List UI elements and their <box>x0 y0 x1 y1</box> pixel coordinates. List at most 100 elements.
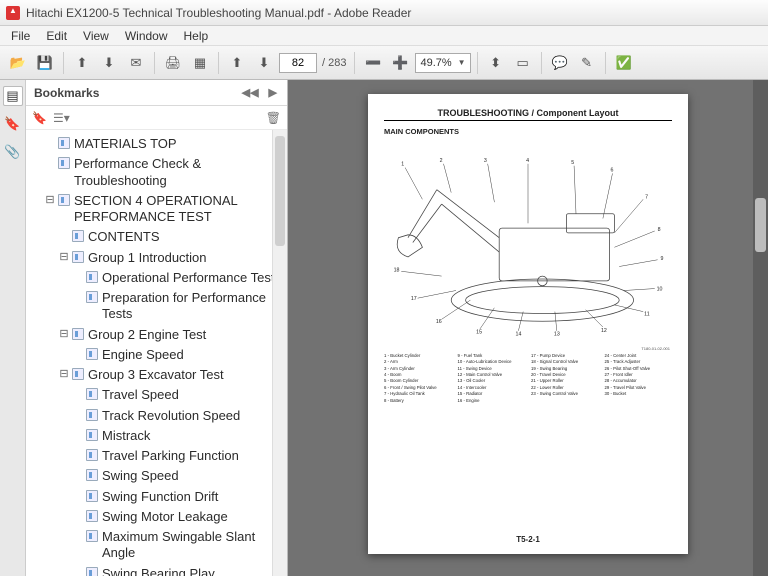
bookmark-item[interactable]: CONTENTS <box>30 227 287 247</box>
titlebar: Hitachi EX1200-5 Technical Troubleshooti… <box>0 0 768 26</box>
svg-text:7: 7 <box>645 194 648 200</box>
zoom-in-button[interactable]: ➕ <box>388 51 412 75</box>
email-button[interactable]: ✉ <box>124 51 148 75</box>
legend-item: 30 - Bucket <box>605 391 673 396</box>
bookmarks-tree: MATERIALS TOPPerformance Check & Trouble… <box>26 130 287 576</box>
legend-item: 27 - Front Idler <box>605 372 673 377</box>
bookmark-item[interactable]: Swing Motor Leakage <box>30 507 287 527</box>
tree-twisty[interactable]: ⊟ <box>44 194 56 208</box>
bookmark-item[interactable]: ⊟Group 1 Introduction <box>30 248 287 268</box>
open-button[interactable]: 📂 <box>6 51 30 75</box>
bookmark-item[interactable]: ⊟SECTION 4 OPERATIONAL PERFORMANCE TEST <box>30 191 287 228</box>
bookmarks-scrollbar[interactable] <box>272 130 287 576</box>
legend-item: 13 - Oil Cooler <box>458 378 526 383</box>
legend-item: 21 - Upper Roller <box>531 378 599 383</box>
bookmark-item[interactable]: Swing Function Drift <box>30 487 287 507</box>
menu-edit[interactable]: Edit <box>39 27 74 45</box>
bookmark-label: Performance Check & Troubleshooting <box>74 156 285 189</box>
bookmark-item[interactable]: Swing Speed <box>30 466 287 486</box>
page-input[interactable] <box>279 53 317 73</box>
legend-item: 12 - Main Control Valve <box>458 372 526 377</box>
bookmark-item[interactable]: Performance Check & Troubleshooting <box>30 154 287 191</box>
options-icon[interactable]: ☰▾ <box>53 111 70 125</box>
bookmark-label: Swing Function Drift <box>102 489 218 505</box>
bookmarks-tab[interactable]: 🔖 <box>3 114 23 134</box>
bookmark-item[interactable]: Operational Performance Tests <box>30 268 287 288</box>
menu-file[interactable]: File <box>4 27 37 45</box>
bookmarks-toolbar: 🔖 ☰▾ 🗑 <box>26 106 287 130</box>
fit-width-button[interactable]: ▭ <box>511 51 535 75</box>
print-button[interactable]: 🖨 <box>161 51 185 75</box>
zoom-out-button[interactable]: ➖ <box>361 51 385 75</box>
page-number: T5-2-1 <box>368 535 688 544</box>
zoom-dropdown[interactable]: 49.7% ▼ <box>415 53 470 73</box>
bookmark-item[interactable]: Engine Speed <box>30 345 287 365</box>
menu-help[interactable]: Help <box>177 27 216 45</box>
bookmark-item[interactable]: ⊟Group 2 Engine Test <box>30 325 287 345</box>
figure-ref: T180-01-02-001 <box>641 346 670 351</box>
bookmark-item[interactable]: Track Revolution Speed <box>30 406 287 426</box>
svg-text:15: 15 <box>476 330 482 336</box>
legend-item: 28 - Accumulator <box>605 378 673 383</box>
svg-text:5: 5 <box>571 160 574 166</box>
bookmark-label: CONTENTS <box>88 229 160 245</box>
comment-button[interactable]: 💬 <box>548 51 572 75</box>
tree-twisty[interactable]: ⊟ <box>58 368 70 382</box>
bookmark-item[interactable]: ⊟ Group 3 Excavator Test <box>30 365 287 385</box>
bookmark-item[interactable]: Maximum Swingable Slant Angle <box>30 527 287 564</box>
svg-text:8: 8 <box>658 227 661 233</box>
legend-item: 23 - Swing Control Valve <box>531 391 599 396</box>
svg-text:11: 11 <box>644 311 650 317</box>
legend-item: 1 - Bucket Cylinder <box>384 353 452 358</box>
highlight-button[interactable]: ✎ <box>575 51 599 75</box>
prev-page-button[interactable]: ⬆ <box>225 51 249 75</box>
sign-button[interactable]: ✅ <box>612 51 636 75</box>
bookmark-label: Operational Performance Tests <box>102 270 281 286</box>
svg-text:10: 10 <box>657 287 663 293</box>
thumbnails-button[interactable]: ▦ <box>188 51 212 75</box>
svg-text:2: 2 <box>440 158 443 164</box>
bookmark-item[interactable]: Travel Speed <box>30 385 287 405</box>
bookmark-icon <box>86 409 98 421</box>
next-page-button[interactable]: ⬇ <box>252 51 276 75</box>
document-scrollbar[interactable] <box>753 80 768 576</box>
collapse-left-icon[interactable]: ◀◀ <box>240 84 261 101</box>
svg-text:13: 13 <box>554 332 560 338</box>
fit-page-button[interactable]: ⬍ <box>484 51 508 75</box>
legend-item: 11 - Swing Device <box>458 366 526 371</box>
attachments-tab[interactable]: 📎 <box>3 142 23 162</box>
collapse-right-icon[interactable]: ▶ <box>267 84 279 101</box>
document-area[interactable]: TROUBLESHOOTING / Component Layout MAIN … <box>288 80 768 576</box>
menu-window[interactable]: Window <box>118 27 175 45</box>
new-bookmark-icon[interactable]: 🔖 <box>32 111 47 125</box>
pdf-icon <box>6 6 20 20</box>
bookmark-label: Group 3 Excavator Test <box>88 367 224 383</box>
cloud-button[interactable]: ⬆ <box>70 51 94 75</box>
bookmark-label: Swing Speed <box>102 468 179 484</box>
bookmarks-scroll-thumb[interactable] <box>275 136 285 246</box>
save-as-button[interactable]: 💾 <box>33 51 57 75</box>
separator <box>354 52 355 74</box>
bookmark-item[interactable]: Mistrack <box>30 426 287 446</box>
download-button[interactable]: ⬇ <box>97 51 121 75</box>
bookmarks-title: Bookmarks <box>34 86 99 100</box>
legend-item: 15 - Radiator <box>458 391 526 396</box>
bookmark-item[interactable]: Swing Bearing Play <box>30 564 287 576</box>
menu-view[interactable]: View <box>76 27 116 45</box>
svg-text:1: 1 <box>401 162 404 168</box>
thumbnails-tab[interactable]: ▤ <box>3 86 23 106</box>
legend-item: 20 - Travel Device <box>531 372 599 377</box>
bookmark-label: Maximum Swingable Slant Angle <box>102 529 285 562</box>
bookmark-item[interactable]: MATERIALS TOP <box>30 134 287 154</box>
bookmark-item[interactable]: Travel Parking Function <box>30 446 287 466</box>
svg-text:16: 16 <box>436 319 442 325</box>
trash-icon[interactable]: 🗑 <box>266 111 281 125</box>
bookmark-icon <box>86 510 98 522</box>
document-scroll-thumb[interactable] <box>755 198 766 252</box>
tree-twisty[interactable]: ⊟ <box>58 328 70 342</box>
separator <box>63 52 64 74</box>
separator <box>218 52 219 74</box>
tree-twisty[interactable]: ⊟ <box>58 251 70 265</box>
bookmark-item[interactable]: Preparation for Performance Tests <box>30 288 287 325</box>
bookmark-icon <box>86 530 98 542</box>
